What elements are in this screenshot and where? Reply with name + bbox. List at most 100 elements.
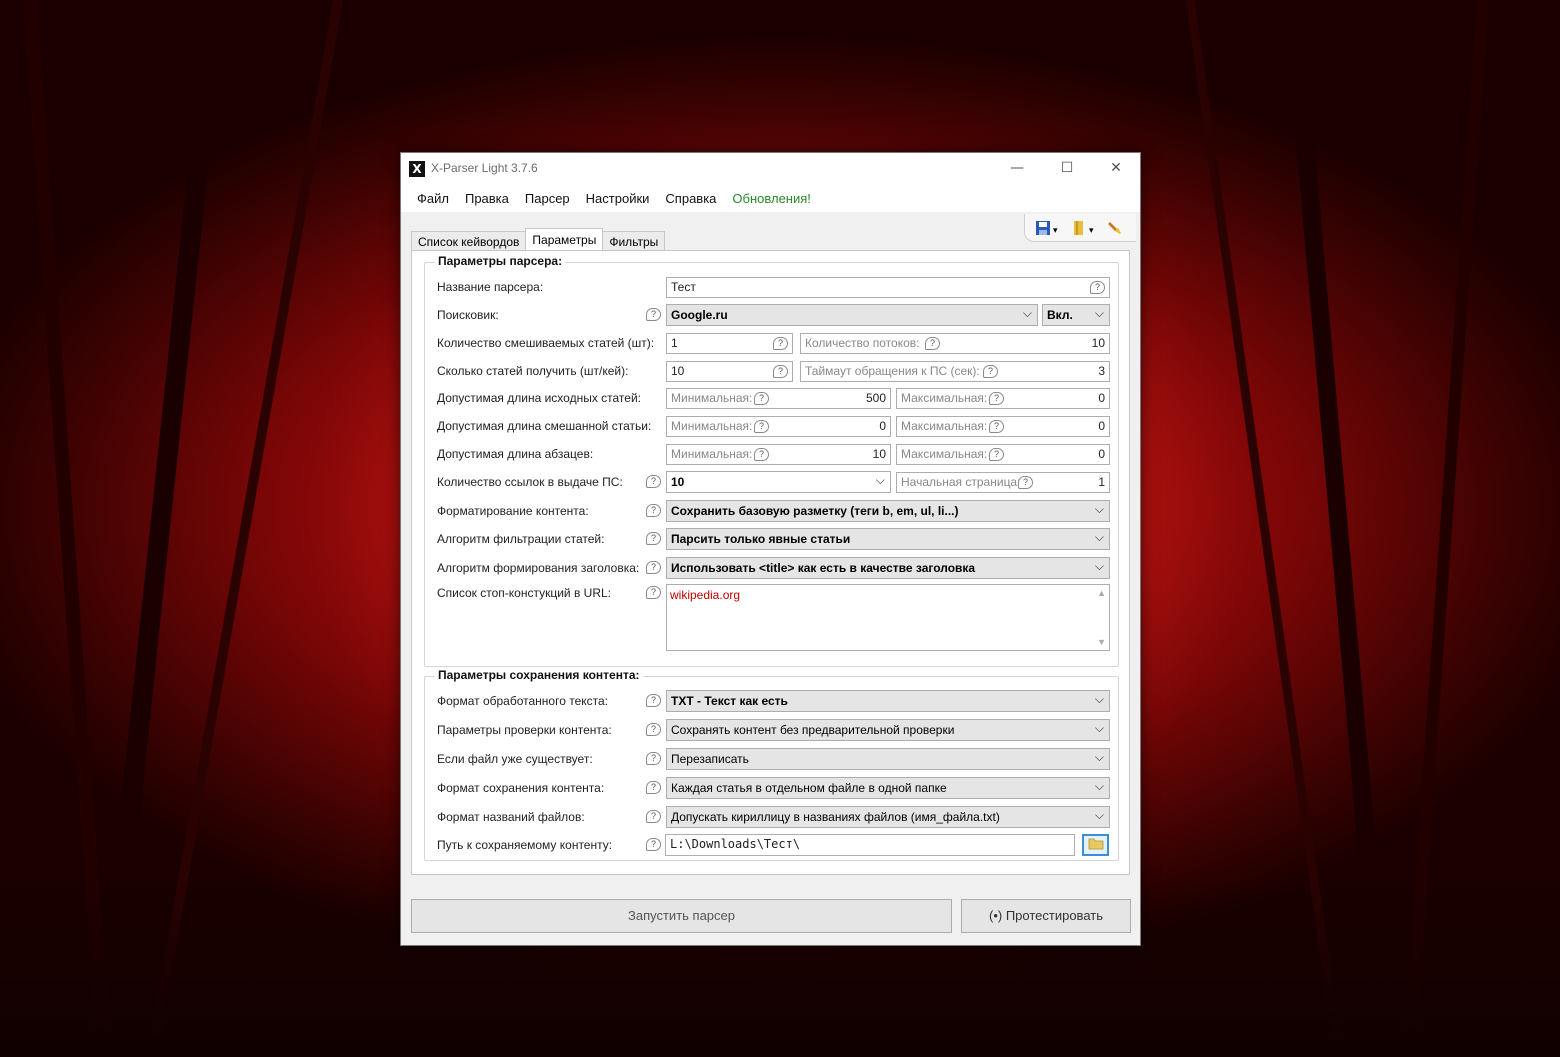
help-icon[interactable]: ? [773,337,788,350]
parser-params-legend: Параметры парсера: [435,254,566,268]
timeout-input[interactable]: Таймаут обращения к ПС (сек): 3 [800,361,1110,382]
browse-folder-button[interactable] [1082,834,1109,856]
chevron-down-icon: ⌵ [875,473,885,487]
bookmark-icon[interactable] [1071,220,1087,240]
tab-keywords[interactable]: Список кейвордов [411,231,527,251]
help-icon[interactable]: ? [646,723,661,736]
content-format-label: Форматирование контента: [437,504,589,518]
content-check-select[interactable]: Сохранять контент без предварительной пр… [666,719,1110,741]
save-dropdown-icon[interactable]: ▾ [1053,223,1058,239]
para-length-min-input[interactable]: Минимальная: 10 [666,444,891,465]
start-parser-button[interactable]: Запустить парсер [411,899,952,933]
help-icon[interactable]: ? [989,420,1004,433]
src-length-max-label: Максимальная: [901,391,988,405]
help-icon[interactable]: ? [989,448,1004,461]
serp-links-select[interactable]: 10 ⌵ [666,471,891,493]
help-icon[interactable]: ? [646,810,661,823]
src-length-max-value: 0 [1098,391,1105,405]
scroll-down-icon[interactable]: ▼ [1097,637,1106,647]
help-icon[interactable]: ? [754,448,769,461]
title-algo-select[interactable]: Использовать <title> как есть в качестве… [666,557,1110,579]
chevron-down-icon: ⌵ [1094,808,1104,822]
menu-help[interactable]: Справка [657,191,724,206]
tab-filters[interactable]: Фильтры [602,231,666,251]
help-icon[interactable]: ? [646,561,661,574]
text-format-value: TXT - Текст как есть [671,694,788,708]
src-length-min-label: Минимальная: [671,391,753,405]
title-algo-label: Алгоритм формирования заголовка: [437,561,640,575]
save-icon[interactable] [1035,220,1051,240]
save-format-select[interactable]: Каждая статья в отдельном файле в одной … [666,777,1110,799]
para-length-min-value: 10 [872,447,886,461]
help-icon[interactable]: ? [773,365,788,378]
src-length-min-input[interactable]: Минимальная: 500 [666,388,891,409]
serp-links-label: Количество ссылок в выдаче ПС: [437,475,623,489]
content-format-select[interactable]: Сохранить базовую разметку (теги b, em, … [666,500,1110,522]
toolbar: ▾ ▾ [1024,214,1136,242]
close-button[interactable]: ✕ [1093,153,1139,184]
parser-name-label: Название парсера: [437,280,544,294]
help-icon[interactable]: ? [646,781,661,794]
title-algo-value: Использовать <title> как есть в качестве… [671,561,976,575]
tab-parameters[interactable]: Параметры [525,228,604,252]
stop-url-value: wikipedia.org [670,588,741,602]
text-format-select[interactable]: TXT - Текст как есть ⌵ [666,690,1110,712]
scroll-up-icon[interactable]: ▲ [1097,588,1106,598]
chevron-down-icon: ⌵ [1022,306,1032,320]
help-icon[interactable]: ? [925,337,940,350]
stop-url-textarea[interactable]: wikipedia.org ▲ ▼ [666,584,1110,651]
help-icon[interactable]: ? [1018,476,1033,489]
parser-name-input[interactable]: Тест [666,277,1110,298]
test-button[interactable]: (•) Протестировать [961,899,1131,933]
menu-file[interactable]: Файл [409,191,457,206]
help-icon[interactable]: ? [754,392,769,405]
help-icon[interactable]: ? [983,365,998,378]
maximize-button[interactable]: ☐ [1044,153,1090,184]
help-icon[interactable]: ? [646,532,661,545]
help-icon[interactable]: ? [646,694,661,707]
filename-format-value: Допускать кириллицу в названиях файлов (… [671,810,1000,824]
brush-icon[interactable] [1107,220,1123,240]
src-length-min-value: 500 [865,391,886,405]
filter-algo-value: Парсить только явные статьи [671,532,851,546]
save-format-value: Каждая статья в отдельном файле в одной … [671,781,947,795]
filename-format-select[interactable]: Допускать кириллицу в названиях файлов (… [666,806,1110,828]
start-page-input[interactable]: Начальная страница: 1 [896,472,1110,493]
help-icon[interactable]: ? [1090,281,1105,294]
help-icon[interactable]: ? [754,420,769,433]
mix-length-min-input[interactable]: Минимальная: 0 [666,416,891,437]
timeout-value: 3 [1098,364,1105,378]
bookmark-dropdown-icon[interactable]: ▾ [1089,223,1094,239]
menu-updates[interactable]: Обновления! [724,191,818,206]
mix-count-value: 1 [671,336,678,350]
file-exists-select[interactable]: Перезаписать ⌵ [666,748,1110,770]
help-icon[interactable]: ? [646,752,661,765]
help-icon[interactable]: ? [646,586,661,599]
parameters-page: Параметры парсера: Название парсера: Тес… [411,250,1130,875]
help-icon[interactable]: ? [646,504,661,517]
save-format-label: Формат сохранения контента: [437,781,605,795]
menu-settings[interactable]: Настройки [578,191,658,206]
threads-input[interactable]: Количество потоков: 10 [800,333,1110,354]
menu-bar: Файл Правка Парсер Настройки Справка Обн… [401,184,1140,212]
filename-format-label: Формат названий файлов: [437,810,585,824]
search-engine-select[interactable]: Google.ru ⌵ [666,304,1038,326]
save-path-value: L:\Downloads\Тест\ [670,837,801,851]
save-path-input[interactable]: L:\Downloads\Тест\ [665,834,1075,856]
minimize-button[interactable]: — [994,153,1040,184]
help-icon[interactable]: ? [646,838,661,851]
menu-parser[interactable]: Парсер [517,191,578,206]
file-exists-value: Перезаписать [671,752,749,766]
app-window: X X-Parser Light 3.7.6 — ☐ ✕ Файл Правка… [400,152,1141,946]
chevron-down-icon: ⌵ [1094,306,1104,320]
filter-algo-select[interactable]: Парсить только явные статьи ⌵ [666,528,1110,550]
threads-value: 10 [1091,336,1105,350]
menu-edit[interactable]: Правка [457,191,517,206]
mix-length-max-label: Максимальная: [901,419,988,433]
start-page-label: Начальная страница: [901,475,1021,489]
help-icon[interactable]: ? [646,308,661,321]
help-icon[interactable]: ? [646,475,661,488]
engine-state-select[interactable]: Вкл. ⌵ [1042,304,1110,326]
help-icon[interactable]: ? [989,392,1004,405]
src-length-label: Допустимая длина исходных статей: [437,391,642,405]
